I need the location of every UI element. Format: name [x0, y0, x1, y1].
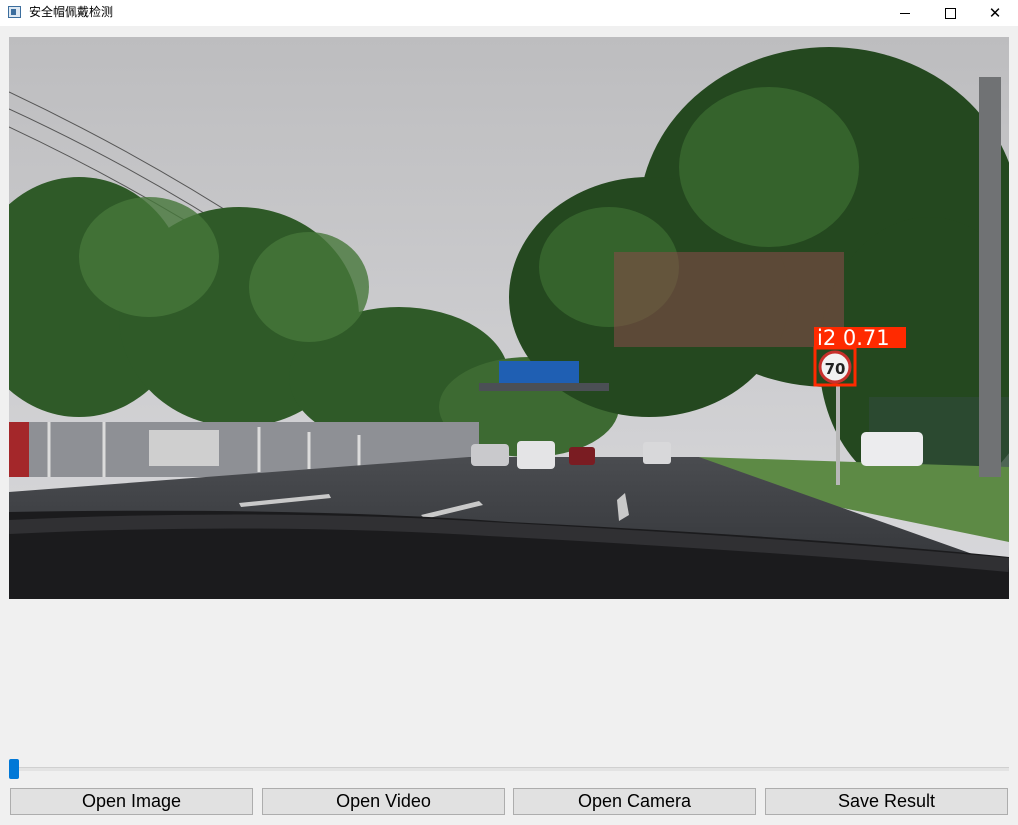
- title-bar: 安全帽佩戴检测 ✕: [0, 0, 1018, 26]
- save-result-button[interactable]: Save Result: [765, 788, 1008, 815]
- sign-text: 70: [825, 360, 846, 378]
- minimize-icon: [900, 12, 910, 14]
- maximize-button[interactable]: [927, 0, 973, 26]
- app-icon: [8, 6, 21, 18]
- image-display: i2 0.71 70: [9, 37, 1009, 599]
- detection-label: i2 0.71: [817, 326, 890, 350]
- open-image-button[interactable]: Open Image: [10, 788, 253, 815]
- close-icon: ✕: [988, 3, 1002, 22]
- maximize-icon: [944, 7, 956, 19]
- window-title: 安全帽佩戴检测: [29, 5, 114, 19]
- detection-overlay: i2 0.71 70: [813, 326, 906, 387]
- close-button[interactable]: ✕: [972, 0, 1018, 26]
- minimize-button[interactable]: [882, 0, 928, 26]
- open-camera-button[interactable]: Open Camera: [513, 788, 756, 815]
- slider-handle[interactable]: [9, 759, 19, 779]
- open-video-button[interactable]: Open Video: [262, 788, 505, 815]
- slider-groove[interactable]: [9, 767, 1009, 771]
- progress-slider[interactable]: [9, 758, 1009, 780]
